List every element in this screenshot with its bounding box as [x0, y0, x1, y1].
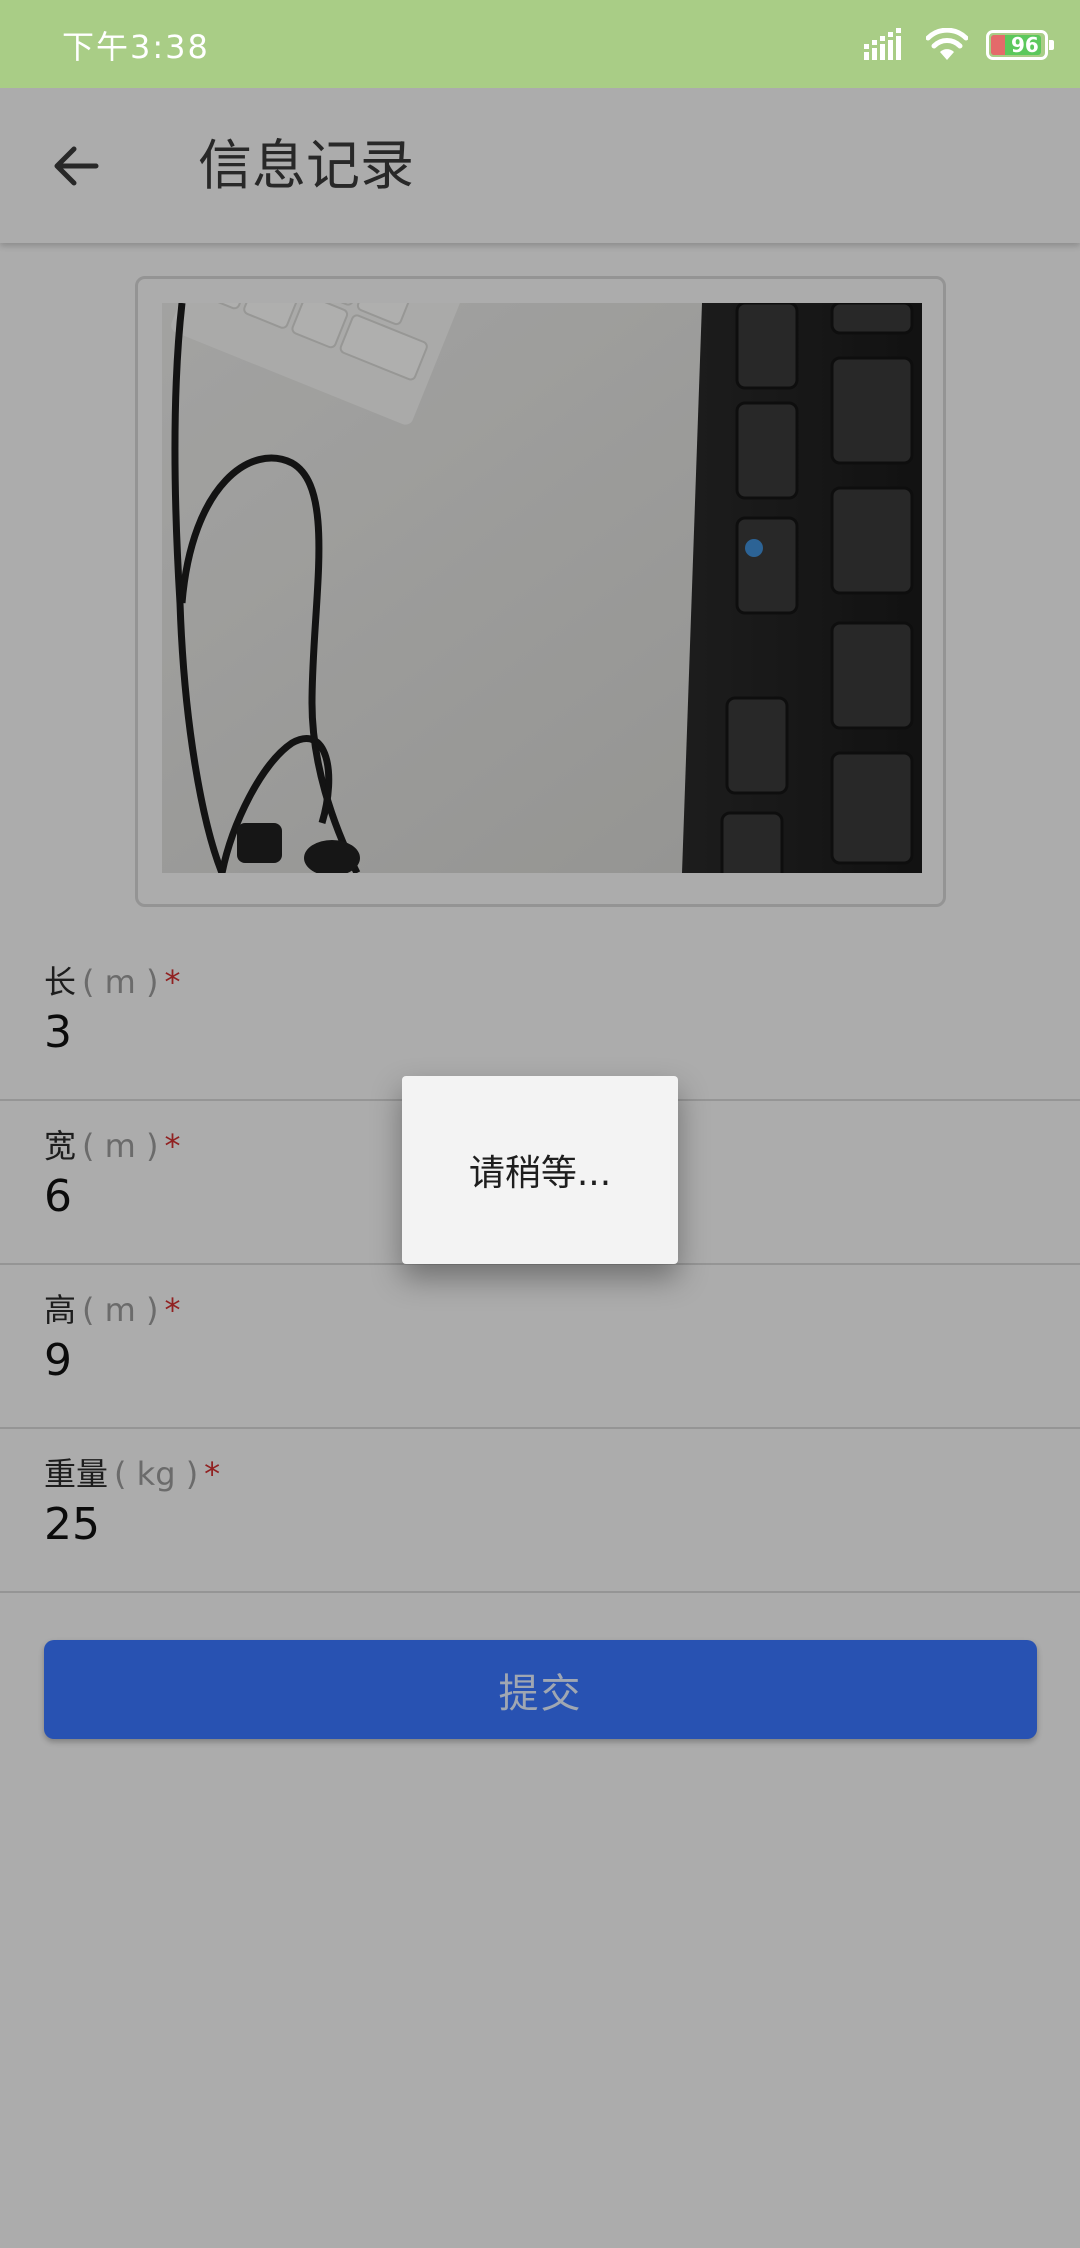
status-bar: 下午3:38 96	[0, 0, 1080, 88]
signal-icon	[864, 28, 901, 60]
loading-dialog: 请稍等...	[402, 1076, 678, 1264]
charging-bolt-icon	[991, 35, 1005, 55]
wifi-icon	[926, 28, 968, 60]
status-icons: 96	[864, 24, 1054, 66]
status-time: 下午3:38	[62, 28, 210, 66]
battery-level: 96	[1011, 33, 1039, 57]
loading-text: 请稍等...	[468, 1153, 612, 1194]
battery-indicator: 96	[986, 30, 1054, 60]
